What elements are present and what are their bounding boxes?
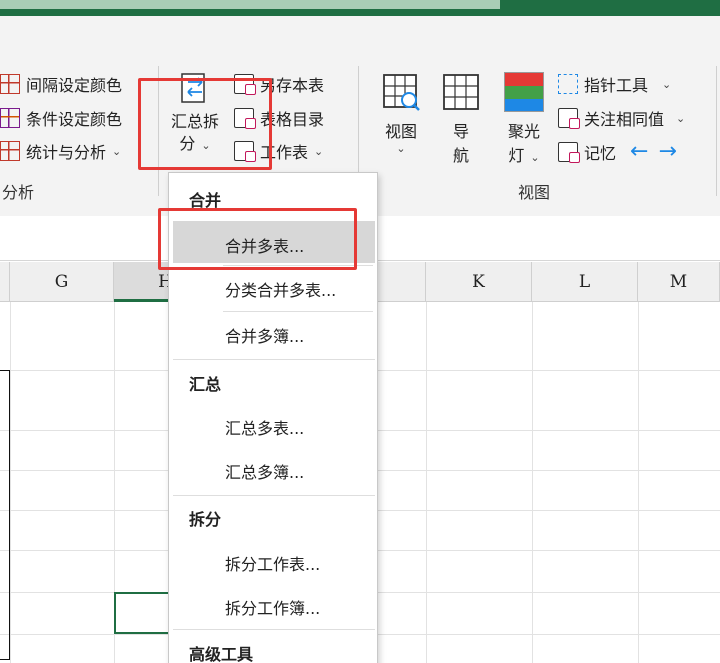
view-group-label: 视图 <box>518 183 551 202</box>
menu-item-summarize-workbooks[interactable]: 汇总多簿... <box>225 459 304 483</box>
menu-separator <box>173 495 375 496</box>
spotlight-label-line1: 聚光 <box>507 122 540 141</box>
menu-section-advanced-tools: 高级工具 <box>189 645 254 663</box>
menu-section-summary: 汇总 <box>189 375 222 394</box>
active-ribbon-tab-strip[interactable] <box>0 0 500 9</box>
grid-red-icon <box>0 74 20 94</box>
grid-purple-icon <box>0 108 20 128</box>
menu-item-split-worksheet[interactable]: 拆分工作表... <box>225 551 320 575</box>
navigation-label-line1: 导 <box>452 122 469 141</box>
menu-item-split-workbook[interactable]: 拆分工作簿... <box>225 595 320 619</box>
menu-section-split: 拆分 <box>189 510 222 529</box>
grid-line <box>638 302 639 663</box>
chevron-down-icon: ⌄ <box>676 111 686 125</box>
title-bar <box>0 0 720 16</box>
pointer-tool-icon <box>558 74 578 94</box>
grid-line <box>532 302 533 663</box>
highlight-box-merge-sheets <box>158 208 357 270</box>
view-label: 视图 <box>384 122 417 141</box>
column-header-m[interactable]: M <box>638 262 720 302</box>
interval-color-button[interactable]: 间隔设定颜色 <box>0 72 122 96</box>
spotlight-icon <box>504 72 544 112</box>
row-header-corner[interactable] <box>0 262 10 302</box>
navigation-button[interactable]: 导 航 <box>438 72 484 166</box>
bordered-cell-range <box>0 370 10 660</box>
stats-analysis-label: 统计与分析 <box>26 143 107 162</box>
memory-label: 记忆 <box>584 143 617 163</box>
column-header-g[interactable]: G <box>10 262 114 302</box>
forward-arrow-icon[interactable]: → <box>658 139 676 164</box>
navigation-icon <box>441 72 481 112</box>
active-cell[interactable] <box>114 592 172 634</box>
same-value-label: 关注相同值 <box>584 110 665 129</box>
menu-item-category-merge-sheets[interactable]: 分类合并多表... <box>225 277 336 301</box>
stats-analysis-button[interactable]: 统计与分析 ⌄ <box>0 139 121 163</box>
pointer-tool-button[interactable]: 指针工具 ⌄ <box>558 72 671 96</box>
column-header-l[interactable]: L <box>532 262 638 302</box>
menu-item-summarize-sheets[interactable]: 汇总多表... <box>225 415 304 439</box>
column-header-k[interactable]: K <box>426 262 532 302</box>
memory-icon <box>558 141 580 163</box>
menu-separator <box>173 359 375 360</box>
chevron-down-icon: ⌄ <box>314 144 324 158</box>
back-arrow-icon[interactable]: ← <box>630 139 648 164</box>
menu-separator <box>173 629 375 630</box>
navigation-label-line2: 航 <box>452 146 469 165</box>
spotlight-button[interactable]: 聚光 灯 ⌄ <box>498 72 550 166</box>
memory-button[interactable]: 记忆 ← → <box>558 139 677 164</box>
grid-line <box>10 302 11 663</box>
chevron-down-icon: ⌄ <box>530 151 540 164</box>
interval-color-label: 间隔设定颜色 <box>26 76 123 95</box>
same-value-icon <box>558 108 580 129</box>
same-value-button[interactable]: 关注相同值 ⌄ <box>558 106 685 130</box>
menu-separator <box>223 311 373 312</box>
group-separator <box>716 66 717 196</box>
chevron-down-icon: ⌄ <box>112 144 122 158</box>
highlight-box-summary-split <box>138 78 272 170</box>
condition-color-label: 条件设定颜色 <box>26 110 123 129</box>
view-button[interactable]: 视图 ⌄ <box>376 72 426 155</box>
view-icon <box>381 72 421 112</box>
condition-color-button[interactable]: 条件设定颜色 <box>0 106 122 130</box>
spotlight-label-line2: 灯 <box>508 146 525 165</box>
chevron-down-icon: ⌄ <box>396 142 406 155</box>
analysis-group-label: 分析 <box>2 183 35 202</box>
menu-item-merge-workbooks[interactable]: 合并多簿... <box>225 323 304 347</box>
stats-grid-icon <box>0 141 20 161</box>
chevron-down-icon: ⌄ <box>662 77 672 91</box>
grid-line <box>426 302 427 663</box>
pointer-tool-label: 指针工具 <box>584 76 649 95</box>
